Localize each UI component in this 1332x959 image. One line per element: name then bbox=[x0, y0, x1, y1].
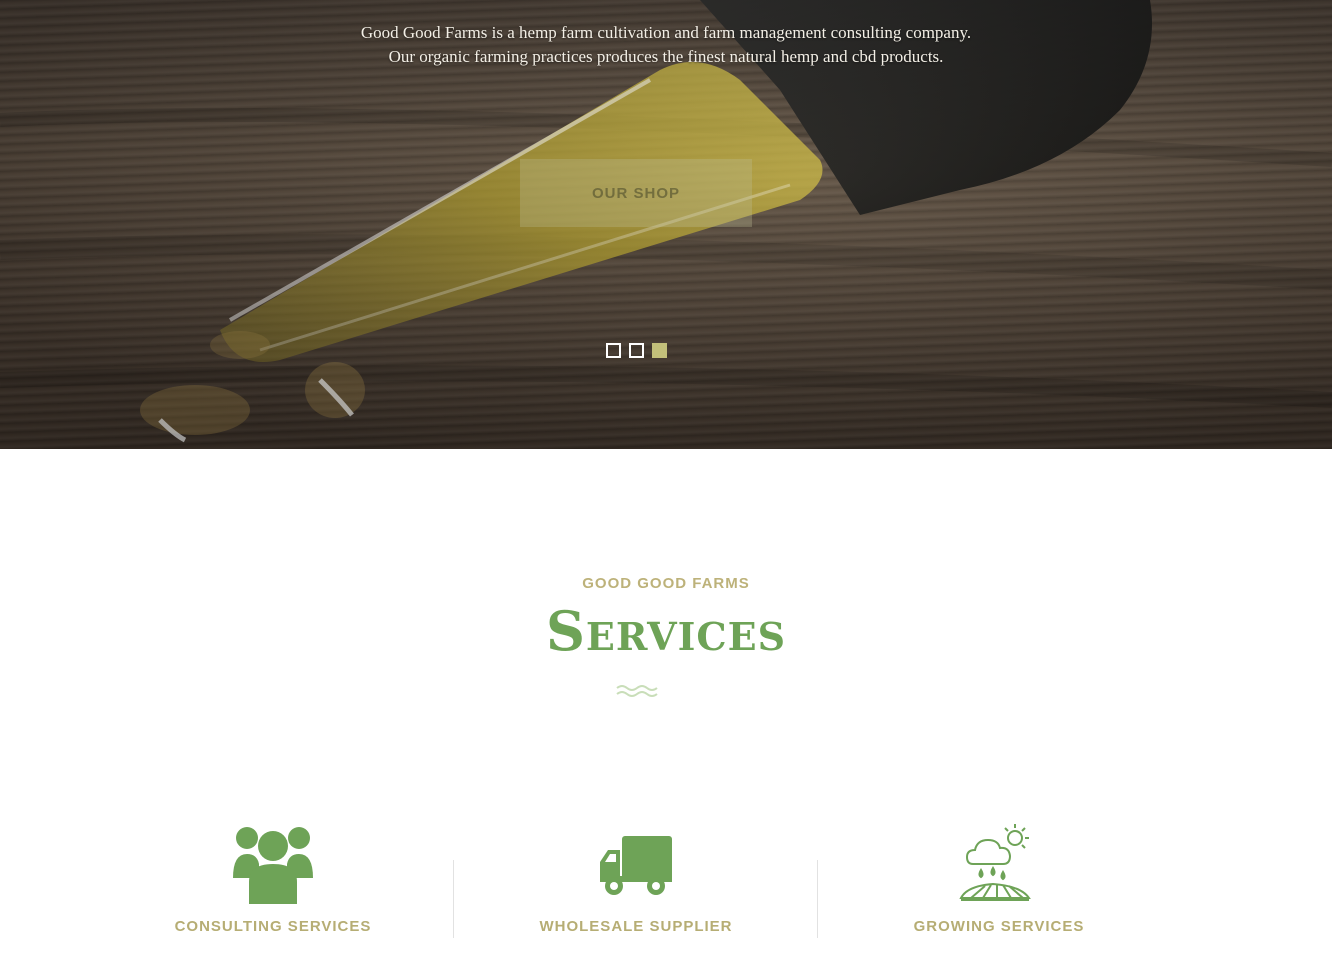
column-divider-2 bbox=[817, 860, 818, 938]
section-title: Services bbox=[545, 599, 787, 663]
service-consulting[interactable]: CONSULTING SERVICES bbox=[133, 820, 413, 935]
service-label-growing[interactable]: GROWING SERVICES bbox=[859, 918, 1139, 935]
slider-dot-2[interactable] bbox=[629, 343, 644, 358]
service-label-consulting[interactable]: CONSULTING SERVICES bbox=[133, 918, 413, 935]
slider-dot-3[interactable] bbox=[652, 343, 667, 358]
hero-tagline-line-1: Good Good Farms is a hemp farm cultivati… bbox=[360, 23, 972, 42]
slider-pagination bbox=[606, 343, 667, 358]
wave-divider-icon bbox=[616, 685, 658, 697]
column-divider-1 bbox=[453, 860, 454, 938]
service-wholesale[interactable]: WHOLESALE SUPPLIER bbox=[496, 820, 776, 935]
hero-tagline-line-2: Our organic farming practices produces t… bbox=[388, 47, 944, 66]
cloud-rain-field-icon bbox=[959, 824, 1031, 901]
service-label-wholesale[interactable]: WHOLESALE SUPPLIER bbox=[496, 918, 776, 935]
hero-slider: Good Good Farms is a hemp farm cultivati… bbox=[0, 0, 1332, 449]
our-shop-button[interactable]: OUR SHOP bbox=[520, 159, 752, 227]
delivery-truck-icon bbox=[600, 836, 672, 895]
users-group-icon bbox=[233, 827, 313, 904]
slider-dot-1[interactable] bbox=[606, 343, 621, 358]
section-eyebrow: GOOD GOOD FARMS bbox=[582, 575, 750, 592]
service-growing[interactable]: GROWING SERVICES bbox=[859, 820, 1139, 935]
